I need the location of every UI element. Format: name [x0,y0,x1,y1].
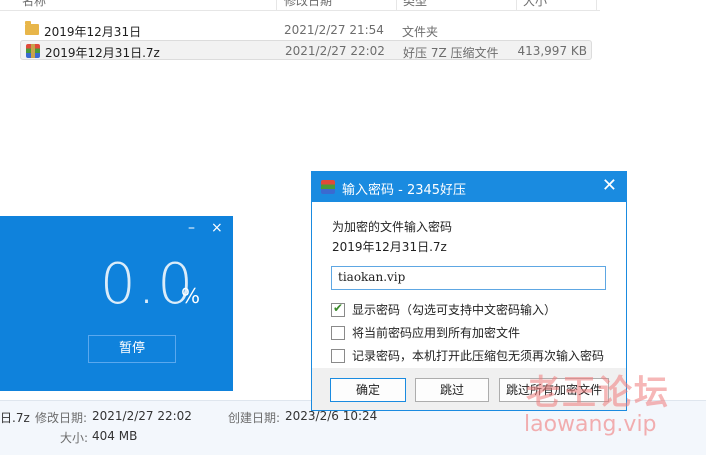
file-row-archive[interactable]: 2019年12月31日.7z 2021/2/27 22:02 好压 7Z 压缩文… [20,40,592,60]
column-date-header[interactable]: 修改日期 [284,0,332,9]
show-password-label[interactable]: 显示密码（勾选可支持中文密码输入） [352,301,556,318]
file-size: 413,997 KB [517,44,587,58]
apply-all-label[interactable]: 将当前密码应用到所有加密文件 [352,324,520,341]
status-created-value: 2023/2/6 10:24 [285,409,378,423]
file-row-folder[interactable]: 2019年12月31日 2021/2/27 21:54 文件夹 [20,20,592,40]
watermark-en: laowang.vip [524,412,657,437]
remember-password-label[interactable]: 记录密码，本机打开此压缩包无须再次输入密码 [352,347,604,364]
column-separator[interactable] [596,0,597,10]
apply-all-checkbox[interactable] [331,326,345,340]
haozip-icon [321,180,335,194]
file-type: 文件夹 [402,25,439,39]
file-type: 好压 7Z 压缩文件 [403,46,499,60]
extract-progress-window: – × 0.0 % 暂停 [0,216,233,391]
column-separator[interactable] [516,0,517,10]
password-prompt: 为加密的文件输入密码 [332,220,453,234]
dialog-titlebar[interactable]: 输入密码 - 2345好压 ✕ [312,172,626,202]
status-modified-value: 2021/2/27 22:02 [92,409,192,423]
archive-icon [26,44,40,58]
status-size-value: 404 MB [92,429,138,443]
close-button[interactable]: × [211,220,223,236]
column-type-header[interactable]: 类型 [403,0,427,9]
show-password-checkbox[interactable] [331,301,345,317]
password-input[interactable]: tiaokan.vip [331,266,606,290]
file-date: 2021/2/27 22:02 [285,44,385,58]
file-name: 2019年12月31日.7z [45,46,160,60]
status-filename: 日.7z [0,411,30,425]
close-icon[interactable]: ✕ [602,175,617,196]
pause-button[interactable]: 暂停 [88,335,176,363]
column-size-header[interactable]: 大小 [523,0,547,9]
file-name: 2019年12月31日 [44,25,142,39]
column-header: 名称 修改日期 类型 大小 [0,0,600,11]
file-date: 2021/2/27 21:54 [284,23,384,37]
watermark-cn: 老王论坛 [526,373,670,413]
status-modified-label: 修改日期: [35,411,88,425]
dialog-title: 输入密码 - 2345好压 [342,183,467,198]
minimize-button[interactable]: – [188,220,195,236]
column-name-header[interactable]: 名称 [22,0,46,9]
status-size-label: 大小: [60,431,89,445]
ok-button[interactable]: 确定 [330,378,406,402]
column-separator[interactable] [396,0,397,10]
skip-button[interactable]: 跳过 [415,378,489,402]
remember-password-checkbox[interactable] [331,349,345,363]
archive-filename: 2019年12月31日.7z [332,240,447,254]
status-created-label: 创建日期: [228,411,281,425]
percent-sign: % [181,284,201,308]
folder-icon [25,21,39,35]
column-separator[interactable] [276,0,277,10]
